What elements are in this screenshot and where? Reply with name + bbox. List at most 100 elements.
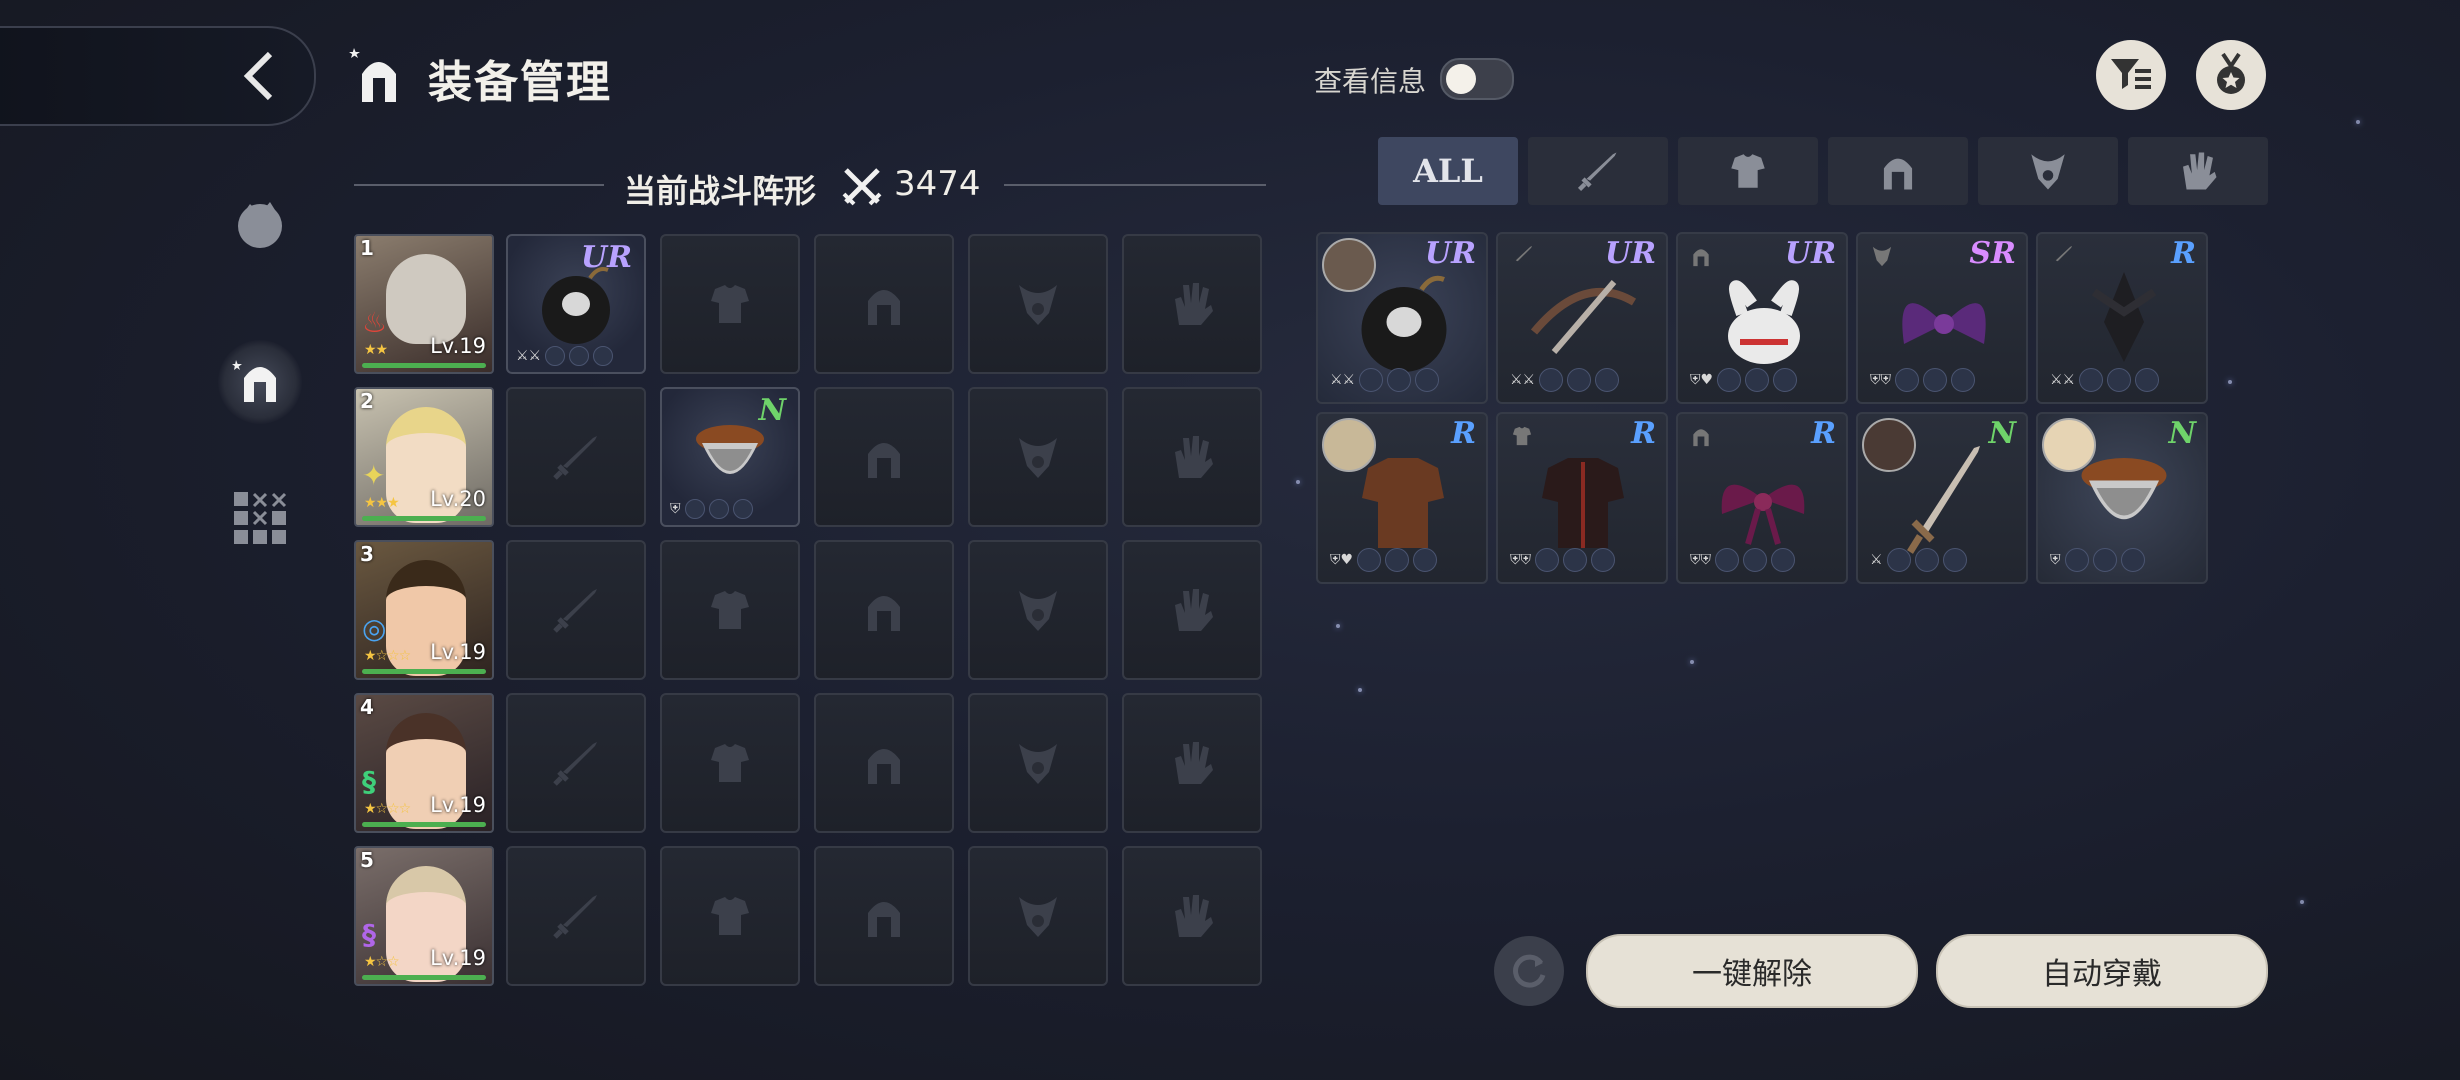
tab-armor[interactable] xyxy=(1678,137,1818,205)
armor-slot-4[interactable] xyxy=(660,693,800,833)
inventory-item-4[interactable]: SR ⛨⛨ xyxy=(1856,232,2028,404)
dark-blade-icon xyxy=(2091,272,2157,362)
amulet-slot-4[interactable] xyxy=(968,693,1108,833)
helmet-icon xyxy=(868,749,900,784)
hero-portrait-3[interactable]: ◎ 3 ★☆☆☆ Lv.19 xyxy=(354,540,494,680)
element-fire-icon: ♨ xyxy=(362,306,388,339)
inventory-item-7[interactable]: R ⛨⛨ xyxy=(1496,412,1668,584)
helmet-icon xyxy=(868,290,900,325)
tab-amulet[interactable] xyxy=(1978,137,2118,205)
tab-weapon[interactable] xyxy=(1528,137,1668,205)
rank-badge: N xyxy=(1988,416,2016,451)
inventory-item-8[interactable]: R ⛨⛨ xyxy=(1676,412,1848,584)
tab-all[interactable]: ALL xyxy=(1378,137,1518,205)
medal-button[interactable] xyxy=(2196,40,2266,110)
refresh-icon xyxy=(1513,954,1546,988)
helmet-icon[interactable] xyxy=(230,352,290,412)
sword-icon xyxy=(1577,152,1617,192)
red-coat-icon xyxy=(1542,458,1624,548)
tab-glove[interactable] xyxy=(2128,137,2268,205)
weapon-slot-4[interactable] xyxy=(506,693,646,833)
hero-portrait-2[interactable]: ✦ 2 ★★★ Lv.20 xyxy=(354,387,494,527)
hero-stars: ★★★ xyxy=(364,495,400,511)
divider-right xyxy=(1004,184,1266,186)
hero-portrait-1[interactable]: ♨ 1 ★★ Lv.19 xyxy=(354,234,494,374)
filter-sort-button[interactable] xyxy=(2096,40,2166,110)
team-row-5: § 5 ★☆☆ Lv.19 xyxy=(354,846,1266,986)
inventory-item-1[interactable]: UR ⚔⚔ xyxy=(1316,232,1488,404)
weapon-slot-3[interactable] xyxy=(506,540,646,680)
hero-index: 1 xyxy=(360,236,374,260)
amulet-slot-2[interactable] xyxy=(968,387,1108,527)
socket-row: ⛨⛨ xyxy=(1510,548,1615,572)
socket-row: ⚔⚔ xyxy=(1510,368,1620,392)
helmet-icon xyxy=(868,596,900,631)
element-light-icon: ✦ xyxy=(362,459,386,492)
amulet-icon xyxy=(1019,438,1057,478)
back-button[interactable] xyxy=(0,26,316,126)
sword-icon xyxy=(1907,446,1980,554)
inventory-item-9[interactable]: N ⚔ xyxy=(1856,412,2028,584)
hero-level: Lv.19 xyxy=(430,334,486,358)
inventory-item-2[interactable]: UR ⚔⚔ xyxy=(1496,232,1668,404)
tab-helmet[interactable] xyxy=(1828,137,1968,205)
rank-badge: R xyxy=(1451,416,1476,451)
team-row-1: ♨ 1 ★★ Lv.19 UR ⚔⚔ xyxy=(354,234,1266,374)
socket-row: ⚔⚔ xyxy=(1330,368,1440,392)
equipment-type-tabs: ALL xyxy=(1378,137,2268,205)
glove-slot-5[interactable] xyxy=(1122,846,1262,986)
glove-slot-3[interactable] xyxy=(1122,540,1262,680)
refresh-button[interactable] xyxy=(1494,936,1564,1006)
purple-wings-icon xyxy=(1902,303,1986,344)
medal-icon xyxy=(2217,52,2245,94)
character-icon[interactable] xyxy=(230,196,290,256)
armor-slot-3[interactable] xyxy=(660,540,800,680)
glove-slot-1[interactable] xyxy=(1122,234,1262,374)
inventory-item-5[interactable]: R ⚔⚔ xyxy=(2036,232,2208,404)
hero-hp-bar xyxy=(362,516,486,521)
grid-icon[interactable] xyxy=(230,488,290,548)
hero-index: 5 xyxy=(360,848,374,872)
weapon-slot-5[interactable] xyxy=(506,846,646,986)
socket-row: ⛨ xyxy=(670,499,753,519)
tab-all-label: ALL xyxy=(1413,152,1483,190)
auto-equip-button[interactable]: 自动穿戴 xyxy=(1936,934,2268,1008)
inventory-item-3[interactable]: UR ⛨♥ xyxy=(1676,232,1848,404)
glove-slot-4[interactable] xyxy=(1122,693,1262,833)
glove-icon xyxy=(1175,742,1213,784)
amulet-icon xyxy=(1019,285,1057,325)
armor-slot-1[interactable] xyxy=(660,234,800,374)
toggle-knob xyxy=(1446,64,1476,94)
hero-level: Lv.19 xyxy=(430,793,486,817)
socket-row: ⛨ xyxy=(2050,548,2145,572)
armor-slot-5[interactable] xyxy=(660,846,800,986)
weapon-slot-2[interactable] xyxy=(506,387,646,527)
helmet-slot-2[interactable] xyxy=(814,387,954,527)
rank-badge: N xyxy=(758,393,786,428)
element-dark-icon: § xyxy=(362,918,376,951)
hero-skull-face xyxy=(386,254,466,344)
glove-slot-2[interactable] xyxy=(1122,387,1262,527)
helmet-slot-1[interactable] xyxy=(814,234,954,374)
amulet-slot-1[interactable] xyxy=(968,234,1108,374)
helmet-slot-4[interactable] xyxy=(814,693,954,833)
socket-row: ⛨⛨ xyxy=(1870,368,1975,392)
inventory-item-6[interactable]: R ⛨♥ xyxy=(1316,412,1488,584)
fur-armor-icon xyxy=(2081,458,2167,520)
filter-icon xyxy=(2111,59,2151,89)
helmet-slot-3[interactable] xyxy=(814,540,954,680)
hero-portrait-5[interactable]: § 5 ★☆☆ Lv.19 xyxy=(354,846,494,986)
helmet-slot-5[interactable] xyxy=(814,846,954,986)
unequip-all-button[interactable]: 一键解除 xyxy=(1586,934,1918,1008)
hero-index: 2 xyxy=(360,389,374,413)
bunny-helm-icon xyxy=(1728,280,1800,364)
view-info-toggle[interactable] xyxy=(1440,58,1514,100)
amulet-slot-3[interactable] xyxy=(968,540,1108,680)
rank-badge: UR xyxy=(1424,236,1476,271)
helmet-icon xyxy=(1883,158,1913,190)
hero-portrait-4[interactable]: § 4 ★☆☆☆ Lv.19 xyxy=(354,693,494,833)
inventory-item-10[interactable]: N ⛨ xyxy=(2036,412,2208,584)
amulet-slot-5[interactable] xyxy=(968,846,1108,986)
armor-slot-2[interactable]: N ⛨ xyxy=(660,387,800,527)
weapon-slot-1[interactable]: UR ⚔⚔ xyxy=(506,234,646,374)
